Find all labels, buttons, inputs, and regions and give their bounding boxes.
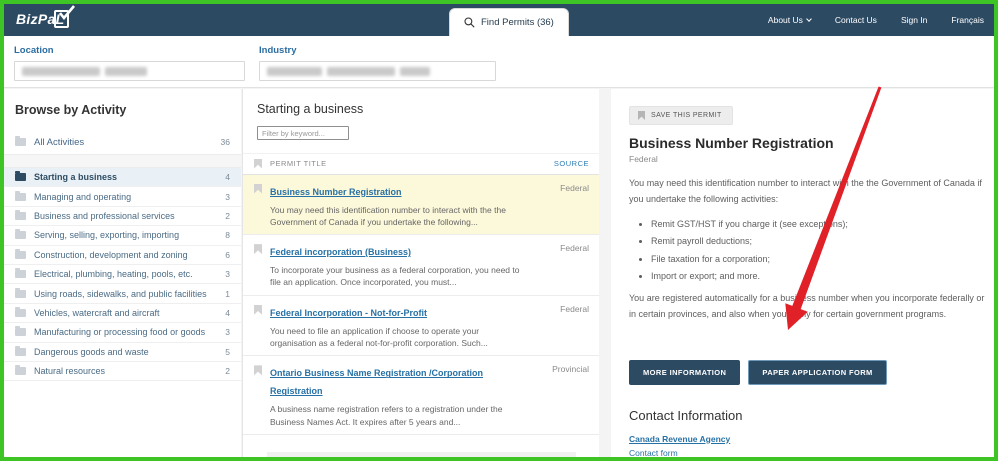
industry-label: Industry [259, 45, 496, 56]
results-header-row: PERMIT TITLE SOURCE [243, 153, 599, 175]
sidebar-title: Browse by Activity [4, 89, 241, 117]
nav-francais[interactable]: Français [951, 15, 984, 25]
local-permits-notice: Your local permits are not yet available… [267, 452, 576, 461]
contact-information-title: Contact Information [629, 408, 994, 423]
tab-find-permits-label: Find Permits (36) [481, 17, 554, 28]
bookmark-icon[interactable] [254, 305, 262, 315]
folder-icon [15, 173, 26, 181]
permit-row-federal-incorporation-business[interactable]: Federal incorporation (Business) To inco… [243, 235, 599, 296]
folder-icon [15, 328, 26, 336]
permit-source: Federal [527, 242, 599, 289]
folder-icon [15, 231, 26, 239]
bookmark-icon[interactable] [254, 184, 262, 194]
sidebar-item-all-activities[interactable]: All Activities 36 [4, 130, 241, 155]
location-input[interactable] [14, 61, 245, 81]
nav-about-us[interactable]: About Us [768, 15, 811, 25]
folder-icon [15, 193, 26, 201]
canada-revenue-agency-link[interactable]: Canada Revenue Agency [629, 434, 994, 444]
results-title: Starting a business [243, 89, 599, 116]
permit-link[interactable]: Federal incorporation (Business) [270, 247, 411, 257]
sidebar-item-dangerous-goods[interactable]: Dangerous goods and waste 5 [4, 343, 241, 362]
top-header-bar: BizPaL Find Permits (36) About Us Contac… [4, 4, 994, 36]
industry-field-group: Industry [259, 45, 496, 81]
detail-jurisdiction: Federal [629, 154, 994, 164]
folder-icon [15, 270, 26, 278]
column-source[interactable]: SOURCE [527, 159, 599, 168]
bullet-item: Remit GST/HST if you charge it (see exce… [651, 219, 994, 229]
permit-source: Federal [527, 182, 599, 229]
location-field-group: Location [14, 45, 245, 81]
bookmark-icon [638, 111, 645, 120]
contact-form-link[interactable]: Contact form [629, 448, 994, 458]
folder-icon [15, 348, 26, 356]
chevron-down-icon [806, 16, 812, 22]
bizpal-page: BizPaL Find Permits (36) About Us Contac… [0, 0, 998, 461]
folder-icon [15, 138, 26, 146]
bullet-item: Import or export; and more. [651, 271, 994, 281]
browse-by-activity-panel: Browse by Activity All Activities 36 Sta… [4, 89, 241, 457]
sidebar-item-manufacturing-processing[interactable]: Manufacturing or processing food or good… [4, 323, 241, 342]
sidebar-divider [4, 155, 241, 168]
paper-application-form-button[interactable]: PAPER APPLICATION FORM [748, 360, 886, 385]
column-permit-title: PERMIT TITLE [270, 159, 527, 168]
permit-description: A business name registration refers to a… [270, 403, 522, 428]
permit-link[interactable]: Ontario Business Name Registration /Corp… [270, 368, 483, 396]
sidebar-item-construction-development[interactable]: Construction, development and zoning 6 [4, 246, 241, 265]
filter-bar: Location Industry [4, 36, 994, 88]
permit-row-ontario-business-name[interactable]: Ontario Business Name Registration /Corp… [243, 356, 599, 435]
folder-icon [15, 309, 26, 317]
detail-title: Business Number Registration [629, 135, 994, 151]
nav-contact-us[interactable]: Contact Us [835, 15, 877, 25]
sidebar-item-starting-a-business[interactable]: Starting a business 4 [4, 168, 241, 187]
search-icon [464, 17, 475, 28]
bookmark-icon[interactable] [254, 365, 262, 375]
permit-source: Federal [527, 303, 599, 350]
permit-detail-panel: SAVE THIS PERMIT Business Number Registr… [611, 89, 994, 457]
detail-action-buttons: MORE INFORMATION PAPER APPLICATION FORM [629, 360, 994, 385]
location-value-redacted [22, 67, 100, 76]
industry-value-redacted [267, 67, 322, 76]
folder-icon [15, 367, 26, 375]
keyword-filter-input[interactable] [257, 126, 349, 140]
permit-results-panel: Starting a business PERMIT TITLE SOURCE … [242, 89, 599, 457]
tab-find-permits[interactable]: Find Permits (36) [450, 9, 568, 36]
detail-outro: You are registered automatically for a b… [629, 291, 991, 323]
folder-icon [15, 212, 26, 220]
detail-bullet-list: Remit GST/HST if you charge it (see exce… [640, 219, 994, 282]
permit-row-federal-incorporation-nfp[interactable]: Federal Incorporation - Not-for-Profit Y… [243, 296, 599, 357]
permit-description: You need to file an application if choos… [270, 325, 522, 350]
permit-description: To incorporate your business as a federa… [270, 264, 522, 289]
permit-description: You may need this identification number … [270, 204, 522, 229]
bullet-item: Remit payroll deductions; [651, 236, 994, 246]
folder-icon [15, 290, 26, 298]
folder-icon [15, 251, 26, 259]
save-this-permit-button[interactable]: SAVE THIS PERMIT [629, 106, 733, 125]
sidebar-item-managing-and-operating[interactable]: Managing and operating 3 [4, 187, 241, 206]
permit-source: Provincial [527, 363, 599, 428]
bookmark-icon [254, 159, 262, 169]
permit-row-business-number-registration[interactable]: Business Number Registration You may nee… [243, 175, 599, 236]
sidebar-item-using-roads[interactable]: Using roads, sidewalks, and public facil… [4, 284, 241, 303]
permit-link[interactable]: Business Number Registration [270, 187, 402, 197]
bullet-item: File taxation for a corporation; [651, 254, 994, 264]
contact-links: Canada Revenue Agency Contact form Toll … [629, 434, 994, 461]
permit-link[interactable]: Federal Incorporation - Not-for-Profit [270, 308, 427, 318]
sidebar-item-business-professional-services[interactable]: Business and professional services 2 [4, 207, 241, 226]
sidebar-item-natural-resources[interactable]: Natural resources 2 [4, 362, 241, 381]
bookmark-icon[interactable] [254, 244, 262, 254]
nav-sign-in[interactable]: Sign In [901, 15, 927, 25]
top-navigation: About Us Contact Us Sign In Français [768, 4, 984, 36]
bizpal-logo[interactable]: BizPaL [16, 11, 64, 27]
detail-intro: You may need this identification number … [629, 176, 991, 208]
sidebar-item-serving-selling[interactable]: Serving, selling, exporting, importing 8 [4, 226, 241, 245]
logo-check-icon [58, 5, 76, 21]
sidebar-item-electrical-plumbing[interactable]: Electrical, plumbing, heating, pools, et… [4, 265, 241, 284]
industry-input[interactable] [259, 61, 496, 81]
sidebar-item-vehicles-watercraft[interactable]: Vehicles, watercraft and aircraft 4 [4, 304, 241, 323]
location-label: Location [14, 45, 245, 56]
more-information-button[interactable]: MORE INFORMATION [629, 360, 740, 385]
